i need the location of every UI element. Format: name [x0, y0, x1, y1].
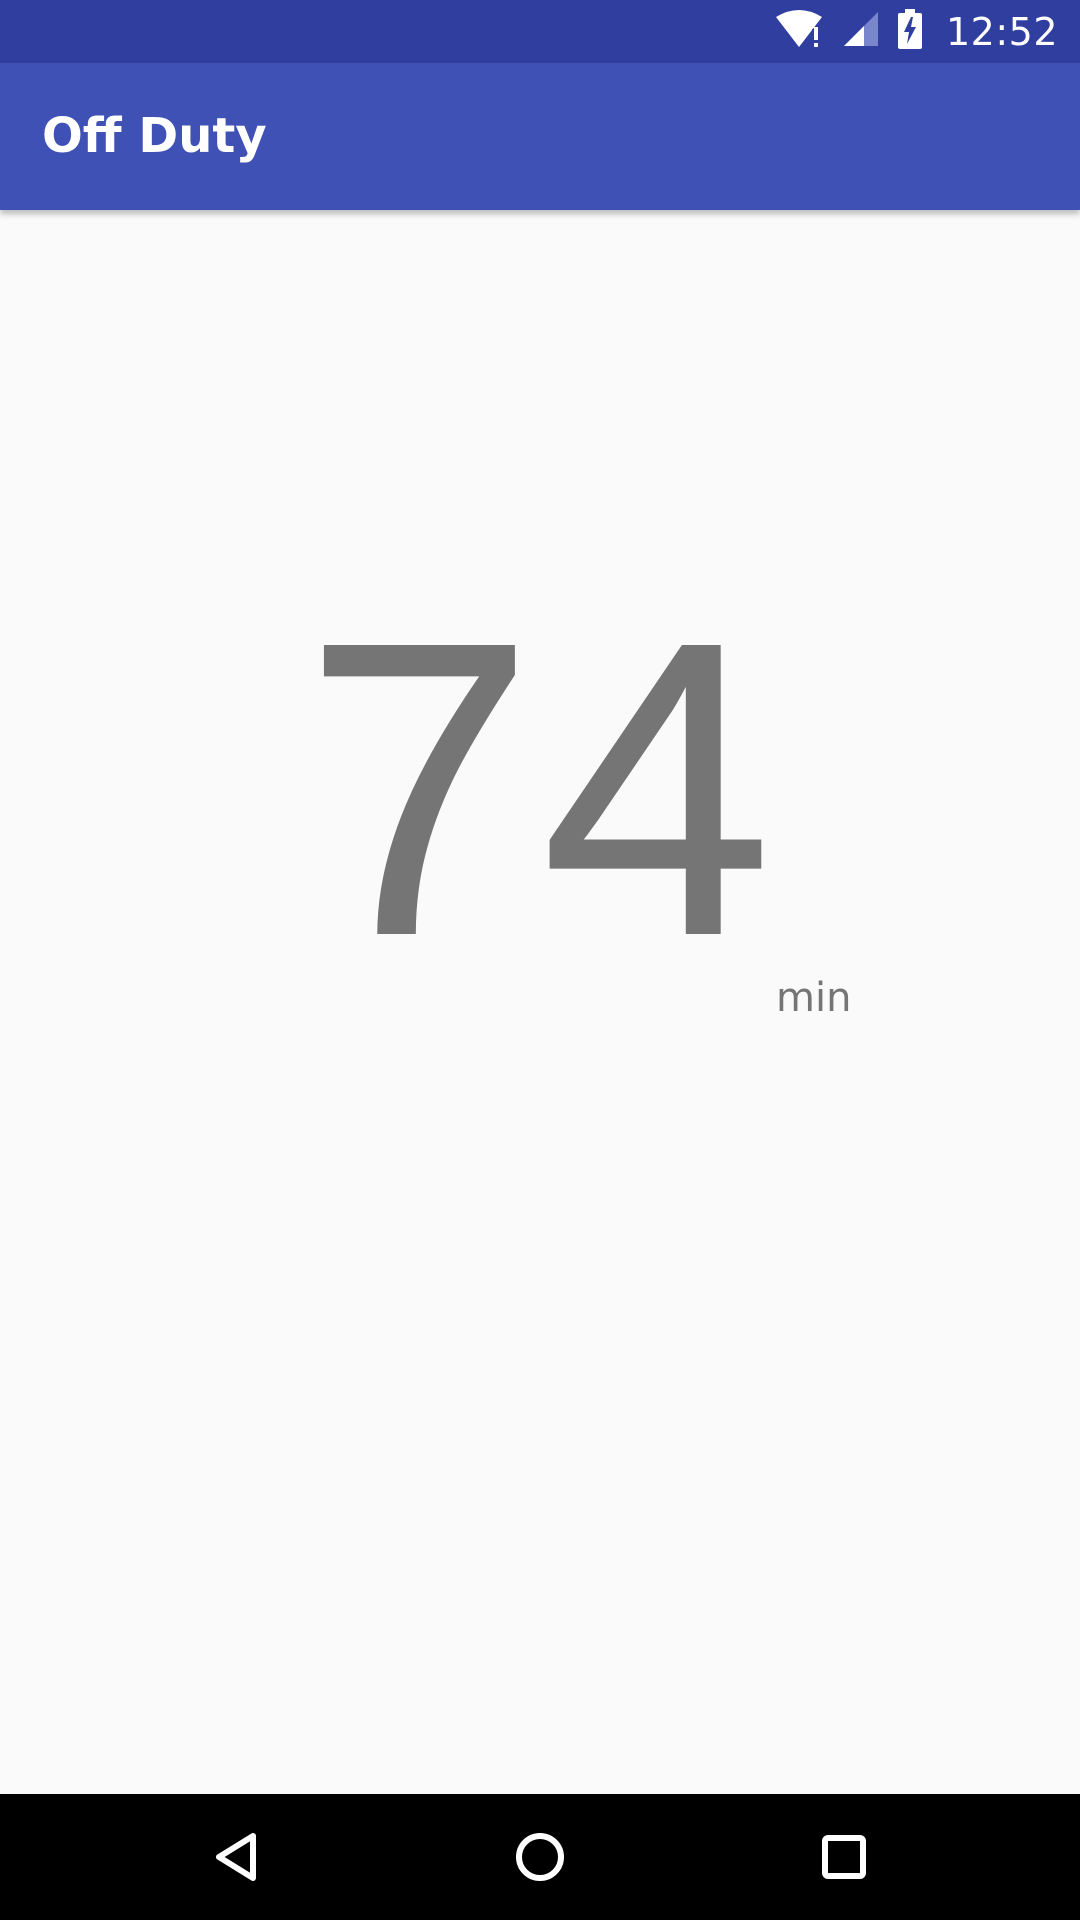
recents-button[interactable]: [764, 1794, 924, 1920]
duration-value: 74: [302, 555, 778, 1024]
back-icon: [216, 1833, 256, 1881]
home-icon: [516, 1833, 564, 1881]
app-bar: Off Duty: [0, 63, 1080, 210]
recents-icon: [822, 1835, 866, 1879]
nav-bar: [0, 1794, 1080, 1920]
app-title: Off Duty: [42, 108, 267, 164]
wifi-alert-icon: [774, 9, 824, 54]
main-content: 74 min: [0, 210, 1080, 1794]
status-bar: 12:52: [0, 0, 1080, 63]
home-button[interactable]: [460, 1794, 620, 1920]
status-time: 12:52: [945, 9, 1058, 54]
cell-signal-icon: [842, 10, 880, 53]
screen: 12:52 Off Duty 74 min: [0, 0, 1080, 1920]
battery-charging-icon: [897, 9, 922, 54]
back-button[interactable]: [157, 1794, 317, 1920]
duration-unit-label: min: [776, 975, 852, 1021]
status-icons: 12:52: [774, 0, 1058, 63]
